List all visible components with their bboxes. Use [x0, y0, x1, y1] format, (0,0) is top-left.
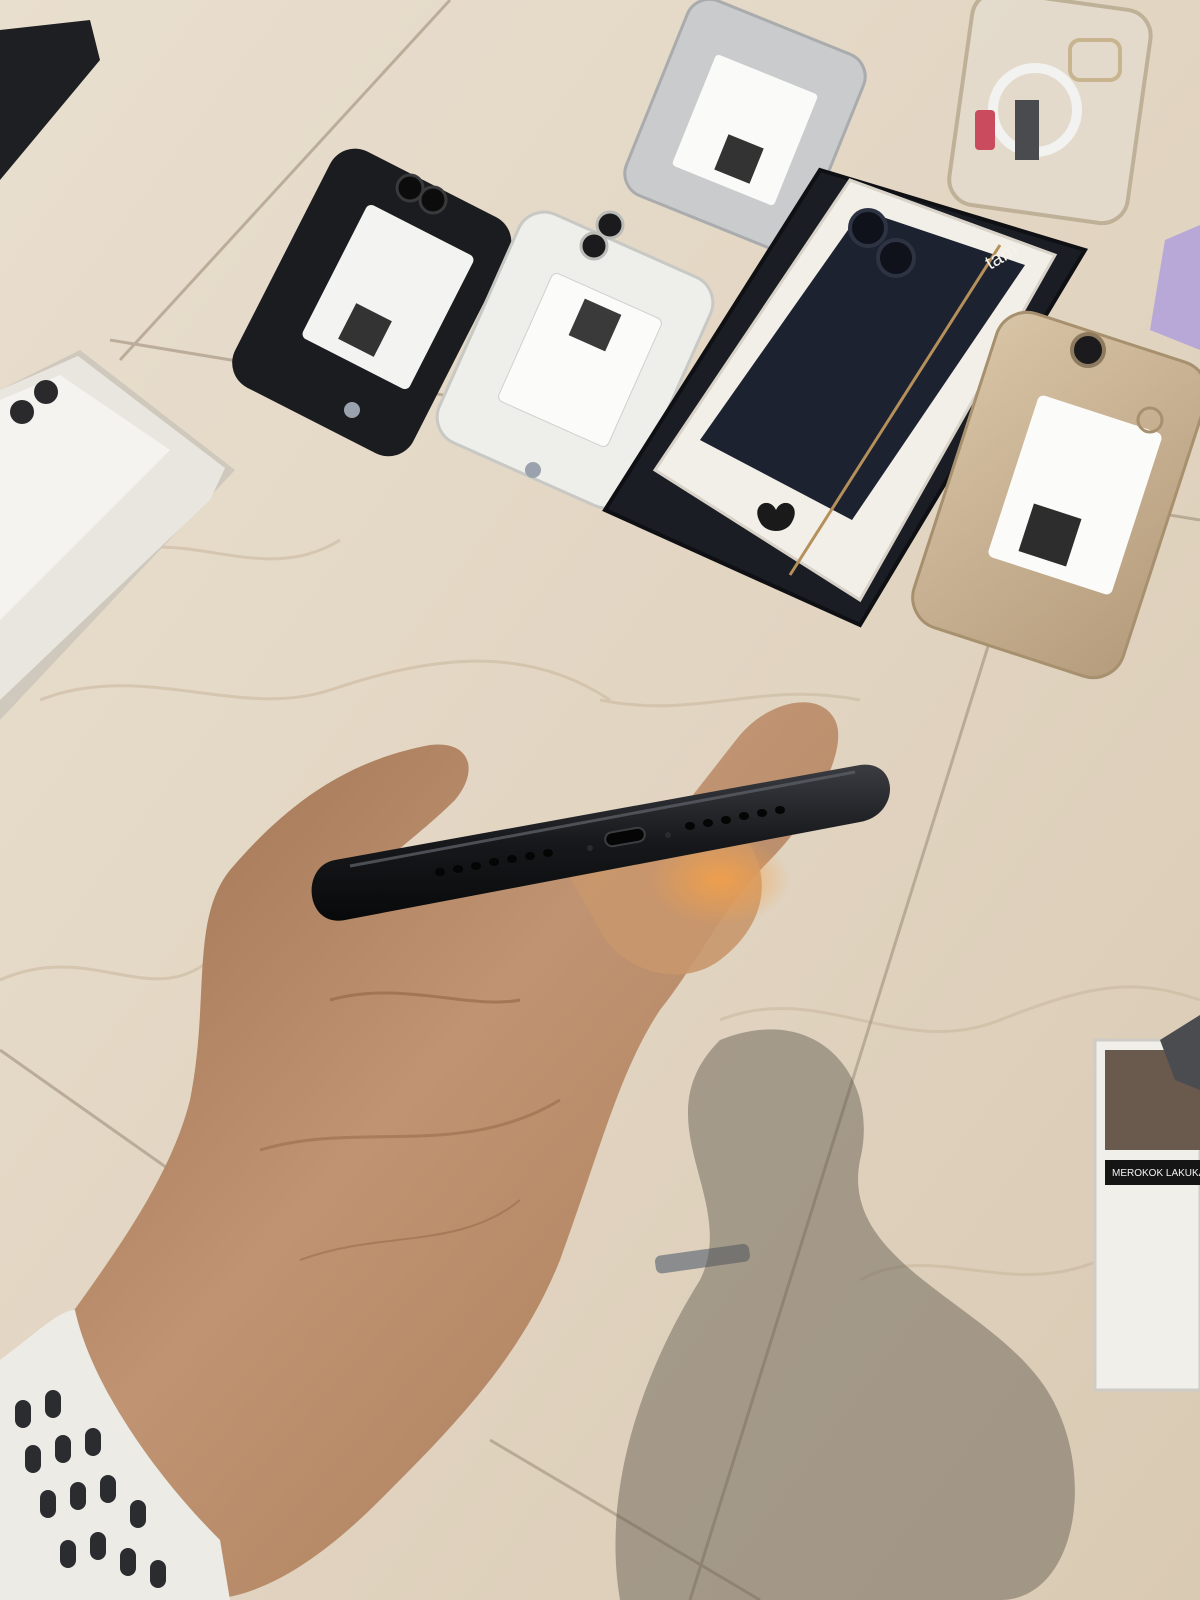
- screw-right: [665, 832, 671, 838]
- screw-left: [587, 845, 593, 851]
- clear-case-with-charger: [947, 0, 1153, 226]
- photo-canvas: tam MEROKOK LAKUKAN: [0, 0, 1200, 1600]
- cigarette-pack-text: MEROKOK LAKUKAN: [1112, 1168, 1200, 1179]
- cigarette-pack: MEROKOK LAKUKAN: [1093, 1015, 1200, 1392]
- photo-scene: tam MEROKOK LAKUKAN: [0, 0, 1200, 1600]
